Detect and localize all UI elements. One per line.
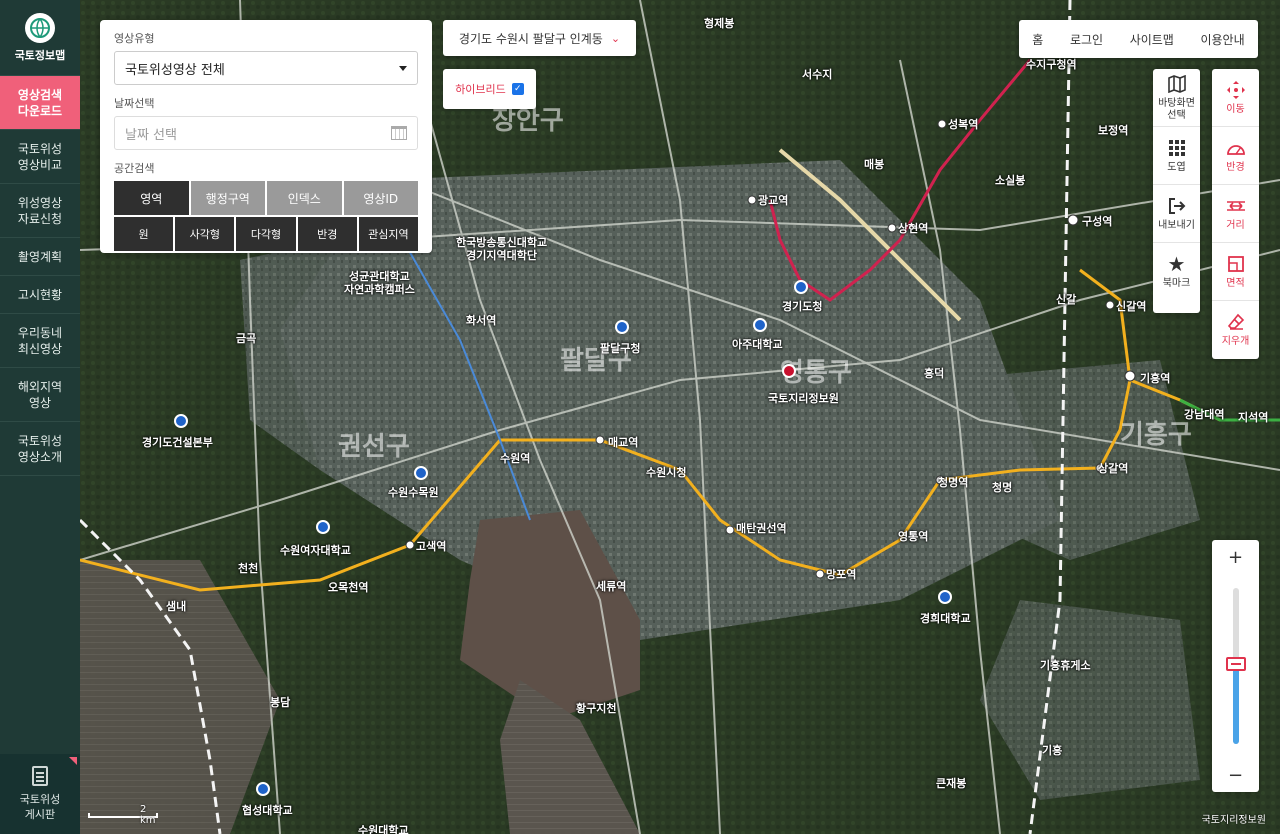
eraser-icon	[1225, 312, 1247, 332]
date-label: 날짜선택	[114, 97, 155, 110]
date-placeholder: 날짜 선택	[125, 127, 177, 143]
eraser-tool-button[interactable]: 지우개	[1212, 301, 1259, 359]
sidebar-item-satellite-request[interactable]: 위성영상 자료신청	[0, 184, 80, 238]
nav-login-link[interactable]: 로그인	[1070, 31, 1103, 48]
basemap-select-button[interactable]: 바탕화면 선택	[1153, 69, 1200, 127]
radius-icon	[1225, 138, 1247, 158]
school-poi-icon[interactable]	[256, 782, 270, 796]
caret-down-icon	[399, 65, 407, 71]
map-icon	[1166, 74, 1188, 94]
building-poi-icon[interactable]	[174, 414, 188, 428]
sidebar-menu: 영상검색 다운로드 국토위성 영상비교 위성영상 자료신청 촬영계획 고시현황 …	[0, 76, 80, 476]
brand-name: 국토정보맵	[14, 48, 66, 62]
map-tools-left: 바탕화면 선택 도엽 내보내기 ★ 북마크	[1153, 69, 1200, 313]
star-icon: ★	[1167, 252, 1186, 276]
tab-index[interactable]: 인덱스	[267, 181, 342, 215]
zoom-out-button[interactable]: −	[1212, 758, 1259, 792]
hybrid-toggle[interactable]: 하이브리드 ✓	[443, 69, 536, 109]
sidebar-item-overseas[interactable]: 해외지역 영상	[0, 368, 80, 422]
export-icon	[1166, 196, 1188, 216]
interest-area-button[interactable]: 관심지역	[358, 217, 419, 251]
zoom-slider-fill	[1233, 666, 1239, 744]
shape-buttons: 원 사각형 다각형 반경 관심지역	[114, 217, 419, 251]
globe-logo-icon	[25, 12, 55, 43]
zoom-in-button[interactable]: +	[1212, 540, 1259, 574]
sidebar-item-satellite-compare[interactable]: 국토위성 영상비교	[0, 130, 80, 184]
image-type-select[interactable]: 국토위성영상 전체	[114, 51, 418, 85]
area-tool-button[interactable]: 면적	[1212, 243, 1259, 301]
image-type-value: 국토위성영상 전체	[125, 62, 225, 78]
map-tools-right: 이동 반경 거리 면적 지우개	[1212, 69, 1259, 359]
school-poi-icon[interactable]	[414, 466, 428, 480]
location-text: 경기도 수원시 팔달구 인계동	[458, 31, 603, 46]
nav-guide-link[interactable]: 이용안내	[1200, 31, 1244, 48]
school-poi-icon[interactable]	[316, 520, 330, 534]
sheet-index-button[interactable]: 도엽	[1153, 127, 1200, 185]
spatial-search-tabs: 영역 행정구역 인덱스 영상ID	[114, 181, 418, 215]
calendar-icon[interactable]	[391, 126, 407, 140]
building-poi-icon[interactable]	[615, 320, 629, 334]
building-poi-icon[interactable]	[794, 280, 808, 294]
rectangle-button[interactable]: 사각형	[175, 217, 235, 251]
polygon-button[interactable]: 다각형	[236, 217, 296, 251]
tool-label: 내보내기	[1158, 219, 1195, 231]
sidebar-item-image-search-download[interactable]: 영상검색 다운로드	[0, 76, 80, 130]
corner-marker-icon	[69, 757, 77, 765]
tab-area[interactable]: 영역	[114, 181, 189, 215]
image-search-panel: 영상유형 국토위성영상 전체 날짜선택 날짜 선택 공간검색 영역 행정구역 인…	[100, 20, 432, 253]
sidebar-board-button[interactable]: 국토위성 게시판	[0, 754, 80, 834]
tool-label: 지우개	[1221, 336, 1250, 347]
tool-label: 도엽	[1167, 161, 1186, 173]
school-poi-icon[interactable]	[753, 318, 767, 332]
scale-text: 2 km	[140, 804, 156, 826]
tab-image-id[interactable]: 영상ID	[343, 181, 418, 215]
tool-label: 면적	[1226, 277, 1245, 289]
brand-logo[interactable]: 국토정보맵	[0, 0, 80, 76]
export-button[interactable]: 내보내기	[1153, 185, 1200, 243]
app-root: 국토정보맵 영상검색 다운로드 국토위성 영상비교 위성영상 자료신청 촬영계획…	[0, 0, 1280, 834]
move-icon	[1225, 80, 1247, 100]
sidebar-item-local-latest[interactable]: 우리동네 최신영상	[0, 314, 80, 368]
radius-tool-button[interactable]: 반경	[1212, 127, 1259, 185]
checkbox-checked-icon[interactable]: ✓	[511, 83, 524, 95]
top-nav: 홈 로그인 사이트맵 이용안내	[1019, 20, 1258, 58]
sidebar-item-capture-plan[interactable]: 촬영계획	[0, 238, 80, 276]
distance-tool-button[interactable]: 거리	[1212, 185, 1259, 243]
school-poi-icon[interactable]	[938, 590, 952, 604]
scale-bar: 2 km	[88, 804, 158, 826]
ngii-emblem-icon[interactable]	[782, 364, 796, 378]
date-input[interactable]: 날짜 선택	[114, 116, 418, 150]
tool-label: 반경	[1226, 161, 1245, 173]
grid-icon	[1166, 138, 1188, 158]
radius-button[interactable]: 반경	[297, 217, 357, 251]
sidebar-item-satellite-intro[interactable]: 국토위성 영상소개	[0, 422, 80, 476]
tool-label: 이동	[1226, 103, 1245, 115]
image-type-label: 영상유형	[114, 32, 155, 45]
distance-icon	[1225, 196, 1247, 216]
nav-sitemap-link[interactable]: 사이트맵	[1130, 31, 1174, 48]
chevron-down-icon: ⌄	[610, 31, 621, 45]
document-icon	[32, 766, 48, 786]
sidebar-item-notice-status[interactable]: 고시현황	[0, 276, 80, 314]
zoom-slider-handle[interactable]	[1226, 657, 1246, 671]
nav-home-link[interactable]: 홈	[1032, 31, 1043, 48]
hybrid-label: 하이브리드	[455, 83, 506, 96]
tool-label: 북마크	[1162, 278, 1191, 289]
circle-button[interactable]: 원	[114, 217, 174, 251]
tab-admin-district[interactable]: 행정구역	[190, 181, 265, 215]
bookmark-button[interactable]: ★ 북마크	[1153, 243, 1200, 301]
tool-label: 거리	[1226, 219, 1245, 231]
tool-label: 바탕화면 선택	[1158, 97, 1195, 121]
board-label: 국토위성 게시판	[19, 793, 61, 821]
area-icon	[1225, 254, 1247, 274]
spatial-search-label: 공간검색	[114, 162, 155, 175]
zoom-control: + −	[1212, 540, 1259, 792]
left-sidebar: 국토정보맵 영상검색 다운로드 국토위성 영상비교 위성영상 자료신청 촬영계획…	[0, 0, 80, 834]
move-tool-button[interactable]: 이동	[1212, 69, 1259, 127]
location-selector[interactable]: 경기도 수원시 팔달구 인계동 ⌄	[443, 20, 636, 56]
copyright-text: 국토지리정보원	[1201, 815, 1266, 826]
